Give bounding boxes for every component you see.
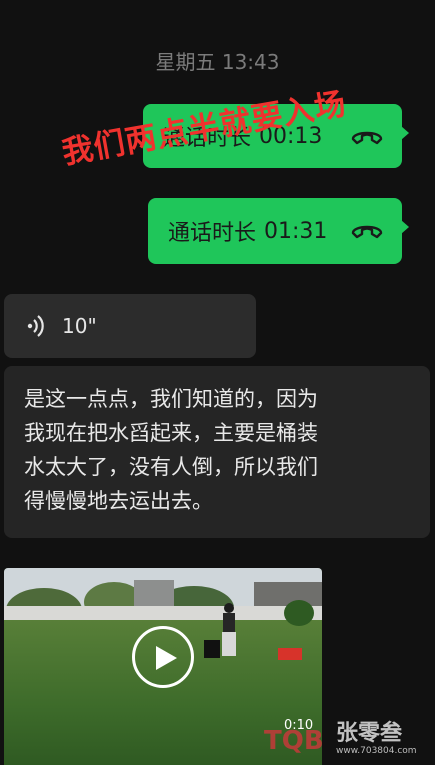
voice-message-bubble[interactable]: 10": [4, 294, 256, 358]
watermark-url: www.703804.com: [336, 746, 417, 756]
video-wall: [4, 606, 322, 620]
transcript-line: 是这一点点，我们知道的，因为: [24, 387, 318, 411]
svg-text:TQB: TQB: [264, 726, 324, 756]
transcript-line: 我现在把水舀起来，主要是桶装: [24, 421, 318, 445]
play-icon[interactable]: [132, 626, 194, 688]
call-record-bubble[interactable]: 通话时长 01:31: [148, 198, 409, 264]
call-duration-value: 01:31: [264, 218, 328, 244]
watermark: TQB 张零叁 www.703804.com: [262, 716, 432, 762]
chat-timestamp: 星期五 13:43: [155, 50, 280, 74]
voice-transcript: 是这一点点，我们知道的，因为 我现在把水舀起来，主要是桶装 水太大了，没有人倒，…: [4, 366, 430, 538]
transcript-line: 得慢慢地去运出去。: [24, 489, 213, 513]
phone-handset-icon: [350, 122, 384, 150]
voice-wave-icon: [26, 313, 48, 339]
transcript-line: 水太大了，没有人倒，所以我们: [24, 455, 318, 479]
watermark-logo-icon: TQB: [264, 726, 324, 756]
voice-duration: 10": [62, 314, 97, 338]
watermark-name: 张零叁: [336, 721, 403, 746]
video-red-crate: [278, 648, 302, 660]
phone-handset-icon: [350, 216, 384, 244]
video-bush: [284, 600, 314, 626]
call-duration-label: 通话时长: [168, 221, 257, 246]
video-person: [222, 603, 236, 656]
